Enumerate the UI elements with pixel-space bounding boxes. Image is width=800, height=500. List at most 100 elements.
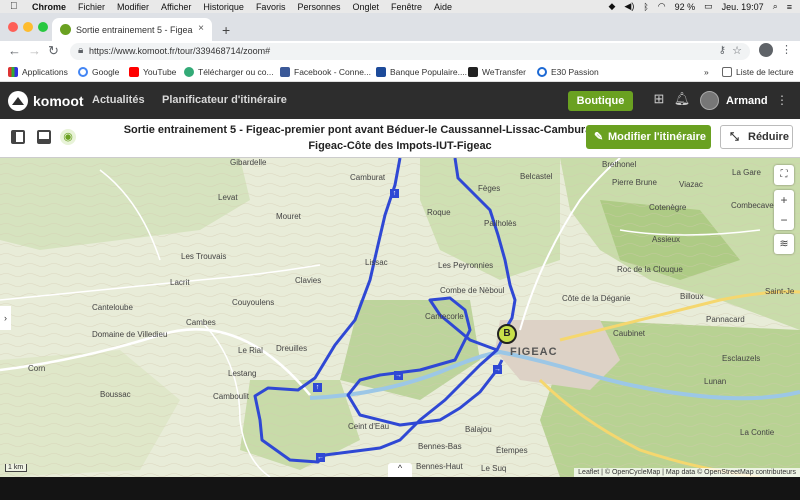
bookmark-wetransfer[interactable]: WeTransfer [468, 67, 526, 77]
menu-favoris[interactable]: Favoris [256, 2, 286, 12]
map-label: Fèges [478, 184, 501, 193]
map-label: Brethonel [602, 160, 637, 169]
map-label: Couyoulens [232, 298, 275, 307]
browser-tab[interactable]: Sortie entrainement 5 - Figea × [52, 18, 212, 41]
notifications-bell-icon[interactable]: 🔔︎ [673, 91, 691, 111]
menu-personnes[interactable]: Personnes [297, 2, 340, 12]
komoot-logo-text: komoot [33, 93, 84, 109]
reduce-label: Réduire [748, 131, 789, 143]
minimize-window-button[interactable] [23, 22, 33, 32]
bookmark-facebook[interactable]: Facebook - Conne... [280, 67, 371, 77]
route-direction-icon: ↑ [390, 189, 399, 198]
map-label: La Contie [740, 428, 775, 437]
map-canvas[interactable]: Gibardelle Camburat Fèges Belcastel Bret… [0, 158, 800, 477]
map-label: Corn [28, 364, 46, 373]
wetransfer-icon [468, 67, 478, 77]
map-label: Assieux [652, 235, 681, 244]
reading-list[interactable]: Liste de lecture [722, 67, 794, 77]
menu-chrome[interactable]: Chrome [32, 2, 66, 12]
sidebar-view-icon[interactable] [11, 130, 25, 144]
map-label: Combe de Nèboul [440, 286, 505, 295]
menu-afficher[interactable]: Afficher [161, 2, 191, 12]
menu-fichier[interactable]: Fichier [78, 2, 105, 12]
reading-list-label: Liste de lecture [736, 67, 794, 77]
menu-onglet[interactable]: Onglet [352, 2, 379, 12]
zoom-in-button[interactable]: + [774, 190, 794, 210]
zoom-window-button[interactable] [38, 22, 48, 32]
create-tour-icon[interactable]: ⊞ [650, 91, 668, 111]
key-icon[interactable]: ⚷ [719, 45, 726, 56]
menu-aide[interactable]: Aide [434, 2, 452, 12]
search-icon[interactable]: ⌕ [773, 1, 778, 12]
google-icon [78, 67, 88, 77]
map-label: Bennes-Bas [418, 442, 462, 451]
pencil-icon: ✎ [594, 131, 604, 143]
control-center-icon[interactable]: ≡ [787, 2, 792, 12]
bookmarks-more-icon[interactable]: » [704, 67, 709, 77]
edit-itinerary-button[interactable]: ✎ Modifier l'itinéraire [586, 125, 711, 149]
map-label: Camboulit [213, 392, 250, 401]
eye-map-view-icon[interactable]: ◉ [60, 129, 76, 145]
more-options-icon[interactable]: ⋮ [776, 93, 788, 107]
expand-panel-chevron-icon[interactable]: ^ [388, 463, 412, 477]
komoot-logo-icon [8, 91, 28, 111]
user-avatar[interactable] [700, 91, 719, 110]
reload-icon[interactable]: ↻ [48, 43, 59, 59]
map-label: Cotenègre [649, 203, 687, 212]
clock[interactable]: Jeu. 19:07 [722, 2, 764, 12]
bookmark-label: Facebook - Conne... [294, 67, 372, 77]
map-label: Lissac [365, 258, 388, 267]
bookmark-youtube[interactable]: YouTube [129, 67, 176, 77]
map-label: Gibardelle [230, 158, 267, 167]
map-label: La Gare [732, 168, 761, 177]
dropbox-icon[interactable]: ◆ [609, 1, 616, 12]
map-label: Belcastel [520, 172, 553, 181]
zoom-out-button[interactable]: − [774, 210, 794, 230]
fullscreen-icon[interactable]: ⛶ [774, 165, 794, 185]
map-scale: 1 km [5, 464, 27, 472]
close-tab-icon[interactable]: × [198, 23, 204, 34]
url-text[interactable]: https://www.komoot.fr/tour/339468714/zoo… [89, 46, 270, 56]
bluetooth-icon[interactable]: ᛒ [643, 2, 648, 12]
address-bar[interactable]: 🔒︎ https://www.komoot.fr/tour/339468714/… [70, 43, 750, 60]
open-sidebar-arrow-icon[interactable]: › [0, 306, 11, 330]
wifi-icon[interactable]: ◠ [658, 1, 666, 12]
layers-icon[interactable]: ≋ [774, 234, 794, 254]
menu-modifier[interactable]: Modifier [117, 2, 149, 12]
map-label: Lacrit [170, 278, 190, 287]
profile-avatar-icon[interactable] [759, 43, 773, 57]
menu-historique[interactable]: Historique [203, 2, 244, 12]
bottom-panel-view-icon[interactable] [37, 130, 51, 144]
new-tab-button[interactable]: + [222, 22, 230, 38]
user-name[interactable]: Armand [726, 95, 768, 107]
chrome-menu-icon[interactable]: ⋮ [781, 43, 792, 56]
map-label: Esclauzels [722, 354, 761, 363]
bookmark-star-icon[interactable]: ☆ [732, 44, 742, 57]
map-label-figeac: FIGEAC [510, 346, 558, 358]
map-label: Cambes [186, 318, 216, 327]
waypoint-b-marker[interactable]: B [497, 324, 517, 344]
nav-actualites[interactable]: Actualités [92, 94, 145, 106]
edit-itinerary-label: Modifier l'itinéraire [608, 131, 706, 143]
battery-icon[interactable]: ▭ [704, 1, 713, 12]
tab-strip: Sortie entrainement 5 - Figea × + [0, 13, 800, 41]
bookmark-e30-passion[interactable]: E30 Passion [537, 67, 599, 77]
lock-icon[interactable]: 🔒︎ [78, 45, 83, 56]
komoot-logo[interactable]: komoot [8, 91, 84, 111]
close-window-button[interactable] [8, 22, 18, 32]
bookmark-telecharger[interactable]: Télécharger ou co... [184, 67, 274, 77]
bookmark-banque-populaire[interactable]: Banque Populaire.... [376, 67, 467, 77]
bookmark-google[interactable]: Google [78, 67, 119, 77]
shop-button[interactable]: Boutique [568, 91, 633, 111]
back-arrow-icon[interactable]: ← [8, 43, 21, 58]
apple-icon[interactable]:  [10, 1, 20, 12]
forward-arrow-icon[interactable]: → [28, 43, 41, 58]
map-label: Domaine de Villedieu [92, 330, 168, 339]
bookmark-applications[interactable]: Applications [8, 67, 68, 77]
menu-fenetre[interactable]: Fenêtre [391, 2, 422, 12]
map-label: Pailholès [484, 219, 517, 228]
nav-planificateur[interactable]: Planificateur d'itinéraire [162, 94, 287, 106]
volume-icon[interactable]: ◀) [624, 1, 634, 12]
reduce-button[interactable]: ⤡ Réduire [720, 125, 793, 149]
komoot-favicon-icon [60, 24, 71, 35]
